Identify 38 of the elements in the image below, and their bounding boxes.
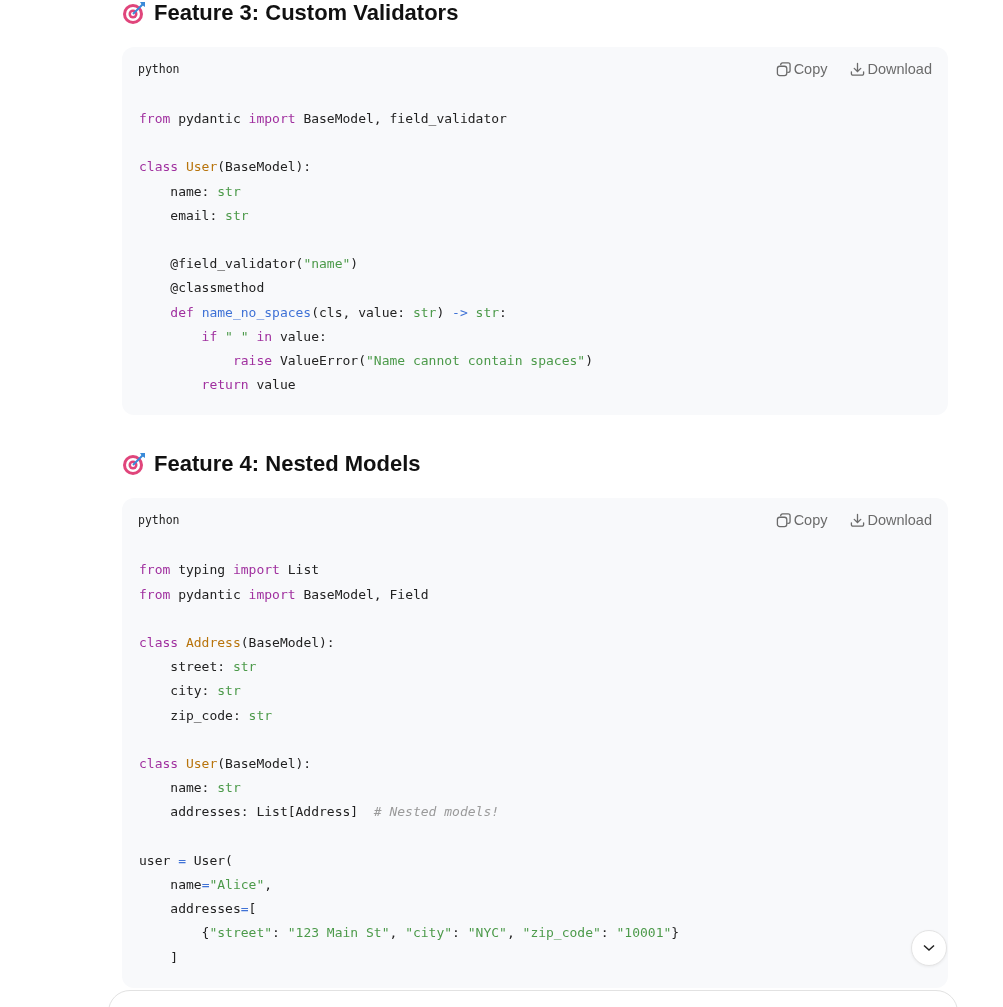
copy-button[interactable]: Copy <box>775 61 828 77</box>
code-line: def name_no_spaces(cls, value: str) -> str: <box>169 303 507 322</box>
code-line: zip_code: str <box>169 706 273 725</box>
language-label: python <box>138 513 180 528</box>
code-line: class User(BaseModel): <box>139 158 312 177</box>
code-line: @classmethod <box>169 279 265 298</box>
code-line: if " " in value: <box>200 327 327 346</box>
target-icon <box>122 452 146 477</box>
code-line: from pydantic import BaseModel, field_validator <box>139 110 507 128</box>
download-button[interactable]: Download <box>849 512 932 529</box>
code-line: street: str <box>169 658 257 677</box>
code-line: email: str <box>169 206 249 225</box>
code-line: class Address(BaseModel): <box>139 634 335 652</box>
code-line: name: str <box>169 779 241 798</box>
code-line: ] <box>169 948 179 967</box>
copy-icon <box>775 512 791 528</box>
code-line: user = User( <box>139 851 233 870</box>
code-line: {"street": "123 Main St", "city": "NYC", "zip_code": "10001"} <box>200 924 680 943</box>
code-line: from typing import List <box>139 561 320 580</box>
code-line: return value <box>200 376 296 395</box>
code-line: from pydantic import BaseModel, Field <box>139 585 429 604</box>
copy-button[interactable]: Copy <box>775 512 828 529</box>
code-line: raise ValueError("Name cannot contain spaces") <box>231 352 593 370</box>
language-label: python <box>138 62 180 76</box>
code-line: name="Alice", <box>169 876 273 894</box>
code-line: class User(BaseModel): <box>139 755 312 773</box>
download-icon <box>849 61 865 77</box>
copy-icon <box>775 61 791 77</box>
chevron-down-icon <box>923 944 935 952</box>
code-line: @field_validator("name") <box>169 255 359 274</box>
code-line: city: str <box>169 682 241 701</box>
code-line: addresses=[ <box>169 900 257 919</box>
download-button[interactable]: Download <box>849 61 932 77</box>
section-heading: Feature 3: Custom Validators <box>154 0 459 26</box>
download-icon <box>849 512 865 528</box>
section-heading: Feature 4: Nested Models <box>154 451 421 478</box>
code-line: addresses: List[Address] # Nested models! <box>169 803 500 822</box>
code-line: name: str <box>169 182 241 201</box>
